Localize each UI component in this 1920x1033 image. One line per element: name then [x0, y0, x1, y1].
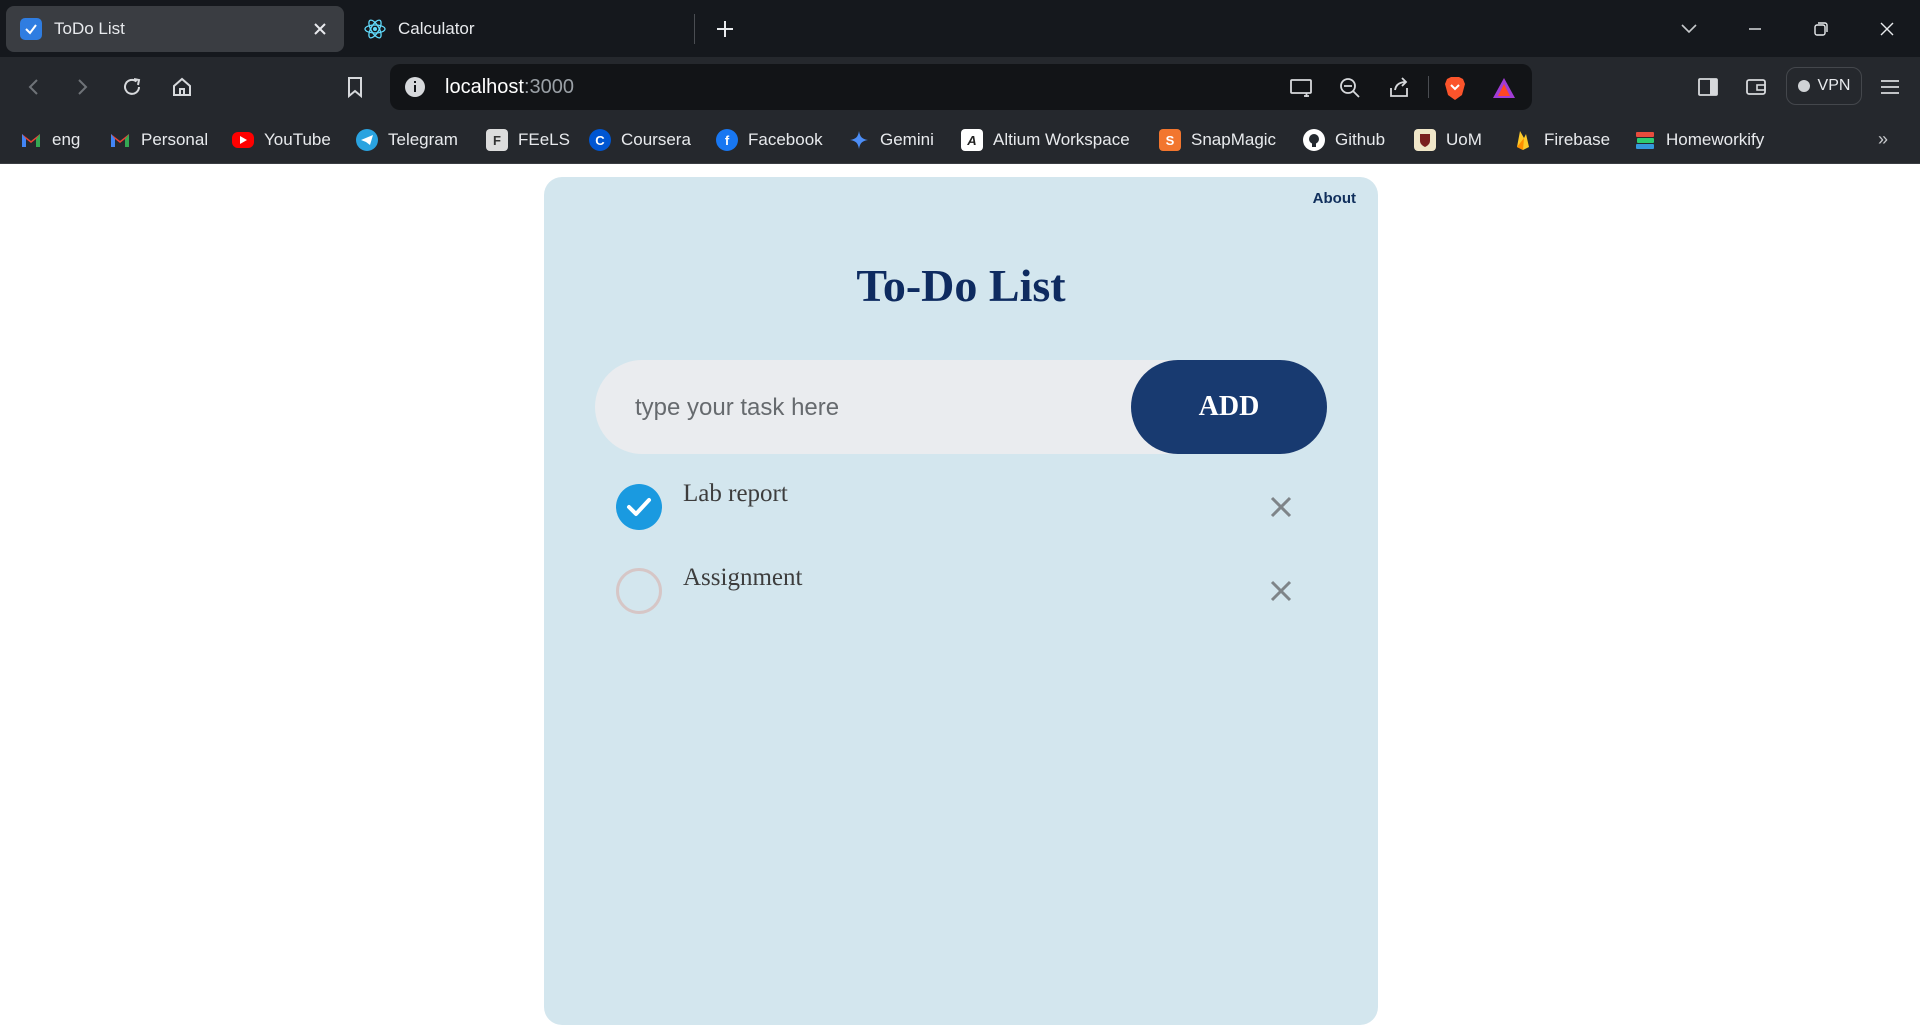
bookmark-label: UoM	[1446, 130, 1482, 149]
react-favicon-icon	[364, 18, 386, 40]
telegram-icon	[356, 129, 378, 151]
bookmark-label: Github	[1335, 130, 1386, 149]
tab-todo-list[interactable]: ToDo List	[6, 6, 344, 52]
browser-tab-bar: ToDo List Calculator	[0, 0, 1920, 57]
vpn-button[interactable]: VPN	[1786, 67, 1862, 105]
uom-icon	[1414, 129, 1436, 151]
bookmark-gemini[interactable]: Gemini	[848, 127, 934, 153]
bookmark-uom[interactable]: UoM	[1414, 127, 1482, 153]
bookmark-facebook[interactable]: f Facebook	[716, 127, 823, 153]
close-tab-icon[interactable]	[310, 19, 330, 39]
browser-toolbar: localhost:3000 VPN	[0, 57, 1920, 117]
task-input[interactable]	[633, 360, 1117, 456]
bookmark-github[interactable]: Github	[1303, 127, 1385, 153]
task-checkbox-checked[interactable]	[616, 484, 662, 530]
minimize-icon[interactable]	[1740, 14, 1770, 44]
homeworkify-icon	[1634, 129, 1656, 151]
zoom-out-icon[interactable]	[1337, 75, 1363, 101]
snapmagic-icon: S	[1159, 129, 1181, 151]
bookmarks-overflow-icon[interactable]: »	[1878, 129, 1888, 150]
bookmark-label: eng	[52, 130, 81, 149]
delete-task-icon[interactable]	[1266, 492, 1296, 522]
back-icon[interactable]	[18, 71, 50, 103]
todo-card: About To-Do List ADD Lab report Assignme…	[544, 177, 1378, 1025]
about-link[interactable]: About	[1313, 190, 1356, 207]
url-host: localhost	[445, 76, 524, 98]
bookmark-label: Homeworkify	[1666, 130, 1765, 149]
add-task-button[interactable]: ADD	[1131, 360, 1327, 454]
bookmark-homeworkify[interactable]: Homeworkify	[1634, 127, 1764, 153]
vpn-status-icon	[1797, 80, 1810, 92]
bookmark-firebase[interactable]: Firebase	[1512, 127, 1610, 153]
task-item-lab-report: Lab report	[616, 480, 1316, 544]
reload-icon[interactable]	[116, 71, 148, 103]
home-icon[interactable]	[166, 71, 198, 103]
bookmark-label: Altium Workspace	[993, 130, 1130, 149]
bookmark-telegram[interactable]: Telegram	[356, 127, 458, 153]
task-item-assignment: Assignment	[616, 564, 1316, 628]
bookmarks-bar: eng Personal YouTube Telegram F FEeLS C …	[0, 117, 1920, 164]
task-label: Assignment	[683, 564, 803, 591]
url-port: :3000	[523, 76, 574, 98]
task-label: Lab report	[683, 480, 788, 507]
bookmark-label: Gemini	[880, 130, 934, 149]
checkbox-favicon-icon	[20, 18, 42, 40]
url-text: localhost:3000	[445, 76, 574, 99]
tab-search-chevron-icon[interactable]	[1674, 14, 1704, 44]
close-window-icon[interactable]	[1872, 14, 1902, 44]
github-icon	[1303, 129, 1325, 151]
site-info-icon[interactable]	[404, 76, 426, 98]
bookmark-label: Facebook	[748, 130, 823, 149]
task-checkbox-unchecked[interactable]	[616, 568, 662, 614]
bookmark-label: Personal	[141, 130, 209, 149]
url-divider	[1428, 76, 1429, 98]
tab-title: ToDo List	[54, 19, 125, 38]
tab-divider	[694, 14, 695, 44]
bookmark-label: Telegram	[388, 130, 458, 149]
feels-icon: F	[486, 129, 508, 151]
tab-title: Calculator	[398, 19, 475, 38]
sidebar-toggle-icon[interactable]	[1692, 71, 1724, 103]
brave-shields-icon[interactable]	[1442, 75, 1468, 101]
facebook-icon: f	[716, 129, 738, 151]
bookmark-youtube[interactable]: YouTube	[232, 127, 331, 153]
bookmark-altium-workspace[interactable]: A Altium Workspace	[961, 127, 1130, 153]
brave-rewards-icon[interactable]	[1491, 75, 1517, 101]
restore-icon[interactable]	[1806, 14, 1836, 44]
bookmark-icon[interactable]	[339, 71, 371, 103]
coursera-icon: C	[589, 129, 611, 151]
task-input-row: ADD	[595, 360, 1327, 456]
share-icon[interactable]	[1386, 75, 1412, 101]
bookmark-coursera[interactable]: C Coursera	[589, 127, 691, 153]
gmail-icon	[20, 129, 42, 151]
altium-icon: A	[961, 129, 983, 151]
page-title: To-Do List	[856, 260, 1066, 311]
firebase-icon	[1512, 129, 1534, 151]
gmail-icon	[109, 129, 131, 151]
tab-calculator[interactable]: Calculator	[350, 6, 690, 52]
new-tab-icon[interactable]	[710, 14, 740, 44]
bookmark-label: FEeLS	[518, 130, 570, 149]
bookmark-eng[interactable]: eng	[20, 127, 80, 153]
delete-task-icon[interactable]	[1266, 576, 1296, 606]
gemini-icon	[848, 129, 870, 151]
forward-icon[interactable]	[66, 71, 98, 103]
address-bar[interactable]: localhost:3000	[390, 64, 1532, 110]
bookmark-label: YouTube	[264, 130, 331, 149]
wallet-icon[interactable]	[1740, 71, 1772, 103]
youtube-icon	[232, 132, 254, 148]
checkmark-icon	[627, 498, 651, 516]
bookmark-label: SnapMagic	[1191, 130, 1277, 149]
cast-icon[interactable]	[1288, 75, 1314, 101]
bookmark-label: Coursera	[621, 130, 691, 149]
vpn-label: VPN	[1817, 77, 1851, 94]
menu-icon[interactable]	[1874, 71, 1906, 103]
bookmark-feels[interactable]: F FEeLS	[486, 127, 570, 153]
bookmark-label: Firebase	[1544, 130, 1611, 149]
bookmark-personal[interactable]: Personal	[109, 127, 208, 153]
bookmark-snapmagic[interactable]: S SnapMagic	[1159, 127, 1276, 153]
